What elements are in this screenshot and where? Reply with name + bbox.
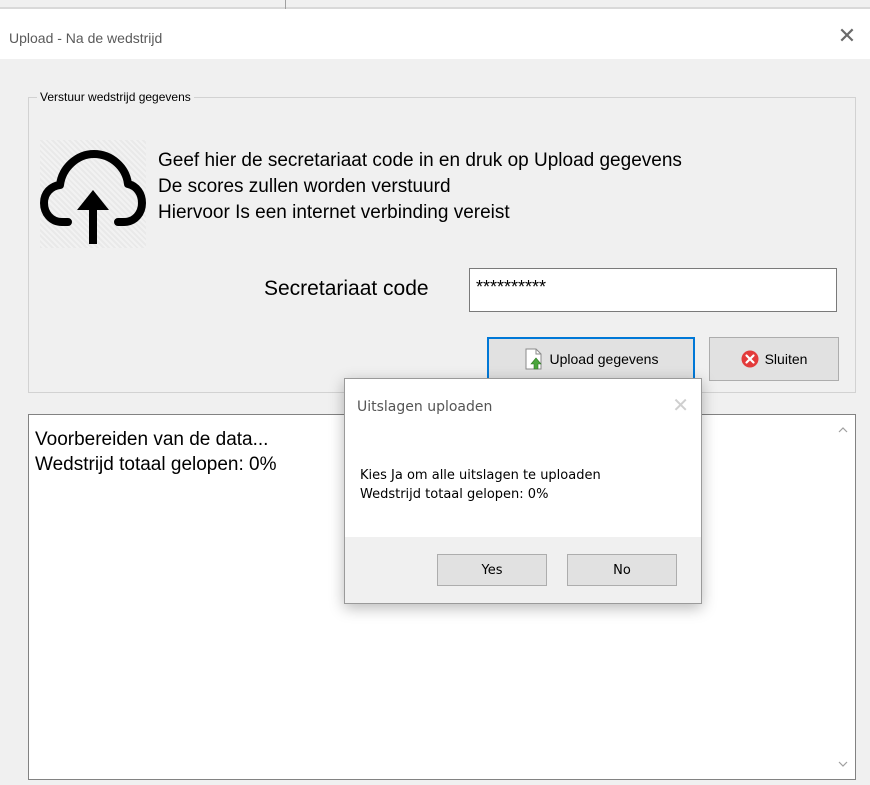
scroll-down-icon[interactable] — [836, 757, 850, 771]
group-legend: Verstuur wedstrijd gegevens — [40, 90, 191, 104]
cloud-upload-icon — [40, 140, 146, 248]
close-button-label: Sluiten — [764, 351, 808, 367]
instructions-text: Geef hier de secretariaat code in en dru… — [158, 148, 682, 226]
title-bar: Upload - Na de wedstrijd ✕ — [0, 11, 870, 59]
send-data-group: Verstuur wedstrijd gegevens Geef hier de… — [28, 90, 856, 393]
log-line: Wedstrijd totaal gelopen: 0% — [35, 454, 277, 475]
upload-confirm-dialog: Uitslagen uploaden ✕ Kies Ja om alle uit… — [344, 378, 702, 604]
dialog-message-line: Kies Ja om alle uitslagen te uploaden — [360, 468, 601, 483]
no-button[interactable]: No — [567, 554, 677, 586]
scroll-up-icon[interactable] — [836, 423, 850, 437]
log-line: Voorbereiden van de data... — [35, 429, 269, 450]
close-button[interactable]: Sluiten — [709, 337, 839, 381]
dialog-button-bar: Yes No — [345, 537, 701, 603]
background-window-strip — [0, 0, 870, 9]
upload-button-label: Upload gegevens — [549, 351, 659, 367]
yes-button[interactable]: Yes — [437, 554, 547, 586]
vertical-scrollbar[interactable] — [831, 415, 855, 779]
dialog-message-line: Wedstrijd totaal gelopen: 0% — [360, 487, 549, 502]
dialog-close-icon[interactable]: ✕ — [672, 393, 689, 418]
upload-button[interactable]: Upload gegevens — [487, 337, 695, 381]
red-x-circle-icon — [741, 350, 759, 368]
background-divider — [285, 0, 286, 9]
document-upload-icon — [525, 348, 542, 370]
log-text: Voorbereiden van de data... Wedstrijd to… — [35, 427, 277, 477]
window-close-icon[interactable]: ✕ — [834, 23, 860, 49]
instruction-line: Hiervoor Is een internet verbinding vere… — [158, 202, 510, 223]
instruction-line: De scores zullen worden verstuurd — [158, 176, 451, 197]
dialog-message: Kies Ja om alle uitslagen te uploaden We… — [360, 466, 601, 504]
dialog-title: Uitslagen uploaden — [357, 399, 493, 415]
secretariat-code-input[interactable] — [469, 268, 837, 312]
window-title: Upload - Na de wedstrijd — [9, 30, 163, 46]
secretariat-code-label: Secretariaat code — [264, 277, 429, 300]
instruction-line: Geef hier de secretariaat code in en dru… — [158, 150, 682, 171]
